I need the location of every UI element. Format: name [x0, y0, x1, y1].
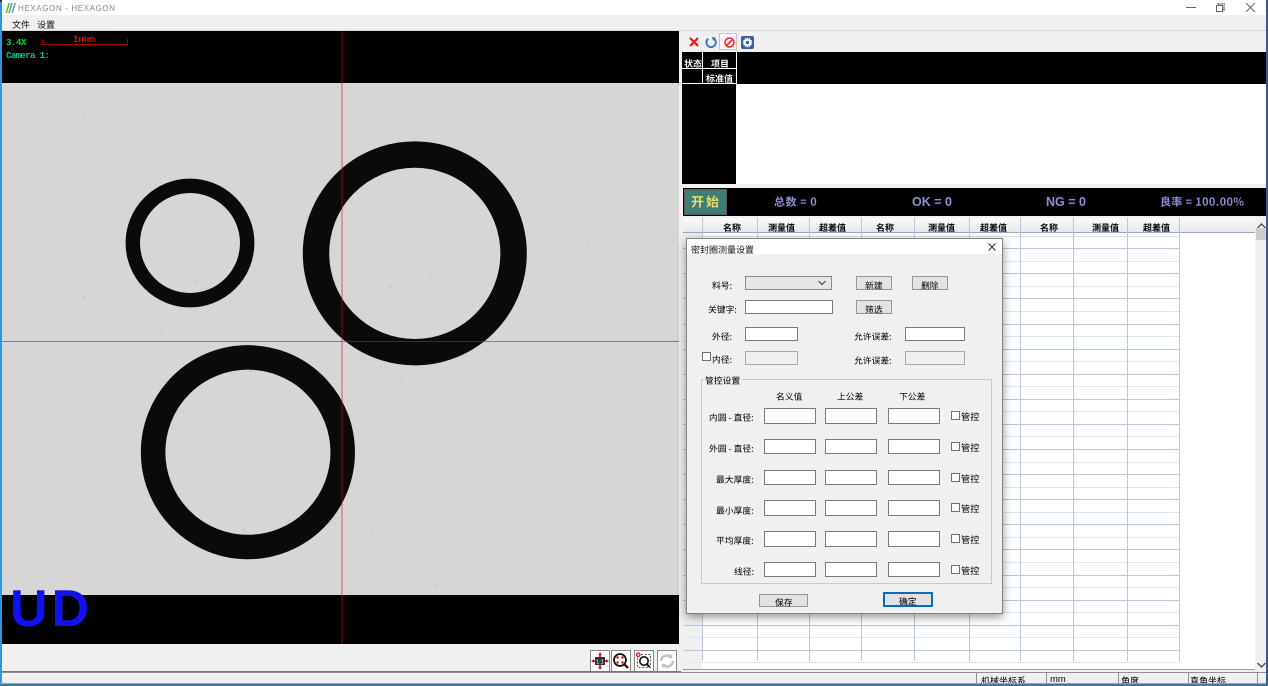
svg-text:1:1: 1:1	[596, 660, 604, 666]
